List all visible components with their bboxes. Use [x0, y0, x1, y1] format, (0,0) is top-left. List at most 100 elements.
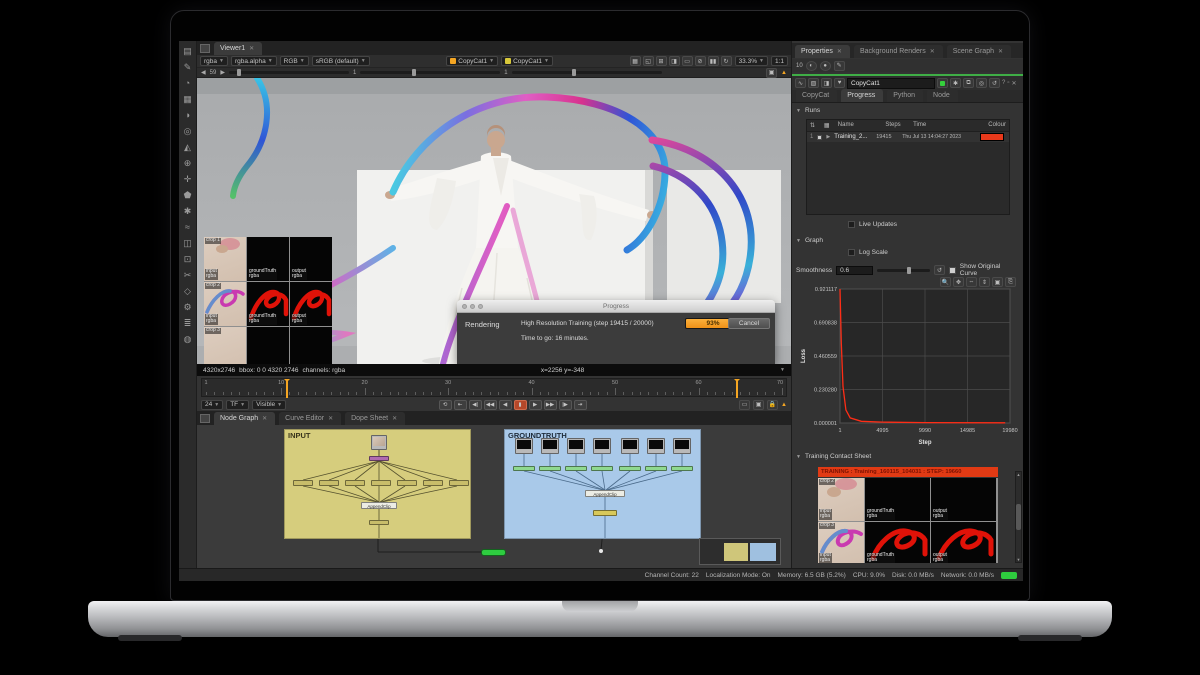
contact-sheet-header[interactable]: ▼ Training Contact Sheet	[796, 453, 871, 460]
tab-progress[interactable]: Progress	[841, 89, 884, 102]
help-icon[interactable]: ?	[1002, 80, 1005, 86]
tab-background-renders[interactable]: Background Renders ✕	[853, 45, 943, 58]
sort-icon[interactable]: ⇅	[810, 122, 820, 129]
close-icon[interactable]: ✕	[328, 415, 333, 422]
toolbar-icon-views[interactable]: ◫	[181, 235, 195, 251]
channels-icon[interactable]: ✱	[950, 78, 961, 88]
log-scale-checkbox[interactable]	[848, 249, 855, 256]
crop-node[interactable]	[565, 466, 587, 471]
node-graph-canvas[interactable]: INPUT AppendClip GROUNDTRUTH AppendClip	[197, 425, 791, 568]
frame-mode-dropdown[interactable]: TF ▼	[226, 399, 250, 410]
close-icon[interactable]: ✕	[837, 48, 842, 55]
transport-next-keyframe-button[interactable]: |▶	[558, 399, 572, 410]
node-graph-minimap[interactable]	[699, 538, 781, 565]
transport-step-fwd-button[interactable]: ▶▶	[543, 399, 557, 410]
toolbar-icon-other[interactable]: ◍	[181, 331, 195, 347]
scrollbar-thumb[interactable]	[1016, 504, 1021, 530]
input-a-dropdown[interactable]: CopyCat1 ▼	[446, 56, 499, 66]
fstop-slider[interactable]	[228, 69, 349, 76]
crop-node[interactable]	[645, 466, 667, 471]
fps-dropdown[interactable]: 24 ▼	[201, 399, 224, 410]
crop-node[interactable]	[293, 480, 313, 486]
transport-goto-end-button[interactable]: ⇥	[573, 399, 587, 410]
transport-stop-button[interactable]: ▮	[513, 399, 527, 410]
toolbar-icon-3d[interactable]: ⬟	[181, 187, 195, 203]
crop-node[interactable]	[371, 480, 391, 486]
nudge-left-icon[interactable]: ◀	[201, 69, 206, 76]
transport-play-button[interactable]: ▶	[528, 399, 542, 410]
live-render-indicator[interactable]	[937, 78, 948, 88]
output-node[interactable]	[369, 520, 389, 525]
toolbar-icon-filter[interactable]: ◎	[181, 123, 195, 139]
transport-step-back-button[interactable]: ◀◀	[483, 399, 497, 410]
viewer-grid-icon[interactable]: ▦	[629, 56, 641, 66]
log-scale-row[interactable]: Log Scale	[848, 249, 888, 256]
toolbar-icon-metadata[interactable]: ⊡	[181, 251, 195, 267]
stereo-icon[interactable]: ▣	[766, 67, 778, 78]
frame-ruler[interactable]: 1 70 10 20 30 40 50 60	[201, 378, 787, 398]
scrollbar[interactable]: ▲ ▼	[1015, 471, 1022, 563]
backdrop-groundtruth[interactable]: GROUNDTRUTH AppendClip	[504, 429, 701, 539]
empty-pages-icon[interactable]: ◐	[805, 60, 817, 71]
tab-properties[interactable]: Properties ✕	[795, 45, 850, 58]
tab-copycat[interactable]: CopyCat	[796, 89, 838, 102]
node-heart-icon[interactable]: ♥	[834, 78, 845, 88]
crop-node[interactable]	[423, 480, 443, 486]
read-node[interactable]	[647, 438, 665, 454]
toolbar-icon-merge[interactable]: ⊕	[181, 155, 195, 171]
monitor-out2-icon[interactable]: ▣	[753, 399, 765, 410]
progress-dialog-titlebar[interactable]: Progress	[457, 300, 775, 313]
col-name[interactable]: Name	[838, 122, 882, 129]
read-node[interactable]	[371, 435, 387, 450]
tab-curve-editor[interactable]: Curve Editor ✕	[279, 412, 342, 425]
chevron-down-icon[interactable]: ▼	[780, 367, 785, 373]
pane-menu-icon[interactable]	[200, 414, 210, 423]
toolbar-icon-image[interactable]: ▤	[181, 43, 195, 59]
close-icon[interactable]: ✕	[262, 415, 267, 422]
crop-node[interactable]	[591, 466, 613, 471]
crop-node[interactable]	[397, 480, 417, 486]
crop-node[interactable]	[449, 480, 469, 486]
transport-prev-keyframe-button[interactable]: ◀|	[468, 399, 482, 410]
loss-chart[interactable]: 1 4995 9990 14985 19980 0.921117 0.690838 0.460…	[798, 283, 1018, 449]
viewer-proxy-icon[interactable]: ⊘	[694, 56, 706, 66]
scroll-up-icon[interactable]: ▲	[1017, 472, 1021, 477]
live-updates-checkbox[interactable]	[848, 221, 855, 228]
colorspace-dropdown[interactable]: sRGB (default) ▼	[311, 56, 370, 66]
cancel-button[interactable]: Cancel	[728, 318, 770, 329]
gain-slider[interactable]	[360, 69, 501, 76]
read-node[interactable]	[621, 438, 639, 454]
transport-play-back-button[interactable]: ◀	[498, 399, 512, 410]
close-icon[interactable]: ✕	[392, 415, 397, 422]
crop-node[interactable]	[513, 466, 535, 471]
toolbar-icon-time[interactable]: ◔	[181, 75, 195, 91]
pane-menu-icon[interactable]	[200, 44, 210, 53]
toolbar-icon-script[interactable]: ≣	[181, 315, 195, 331]
revert-icon[interactable]: ↺	[989, 78, 1000, 88]
viewer-wipe-icon[interactable]: ◨	[668, 56, 680, 66]
in-marker[interactable]	[284, 379, 290, 398]
viewer-mask-icon[interactable]: ◱	[642, 56, 654, 66]
list-icon[interactable]: ▦	[824, 122, 834, 129]
col-colour[interactable]: Colour	[988, 122, 1006, 129]
toolbar-icon-toolsets[interactable]: ✂	[181, 267, 195, 283]
node-dot[interactable]	[599, 549, 603, 553]
undock-icon[interactable]: ▫	[1007, 80, 1009, 86]
runs-table[interactable]: ⇅ ▦ Name Steps Time Colour 1 ▶ Training_…	[806, 119, 1010, 215]
toolbar-icon-keyer[interactable]: ◭	[181, 139, 195, 155]
proxy-dropdown[interactable]: 1:1	[770, 56, 788, 66]
row-checkbox[interactable]	[817, 134, 823, 140]
graph-section-header[interactable]: ▼ Graph	[796, 237, 823, 244]
toolbar-icon-color[interactable]: ◑	[181, 107, 195, 123]
viewer-overlay-icon[interactable]: ⊞	[655, 56, 667, 66]
toolbar-icon-particles[interactable]: ✱	[181, 203, 195, 219]
viewer-pause-icon[interactable]: ▮▮	[707, 56, 719, 66]
layer-dropdown[interactable]: rgba.alpha ▼	[230, 56, 277, 66]
crop-node[interactable]	[619, 466, 641, 471]
gamma-slider[interactable]	[511, 69, 662, 76]
crop-node[interactable]	[319, 480, 339, 486]
tab-node[interactable]: Node	[927, 89, 958, 102]
read-node[interactable]	[567, 438, 585, 454]
tab-dope-sheet[interactable]: Dope Sheet ✕	[345, 412, 406, 425]
channels-dropdown[interactable]: rgba ▼	[200, 56, 228, 66]
